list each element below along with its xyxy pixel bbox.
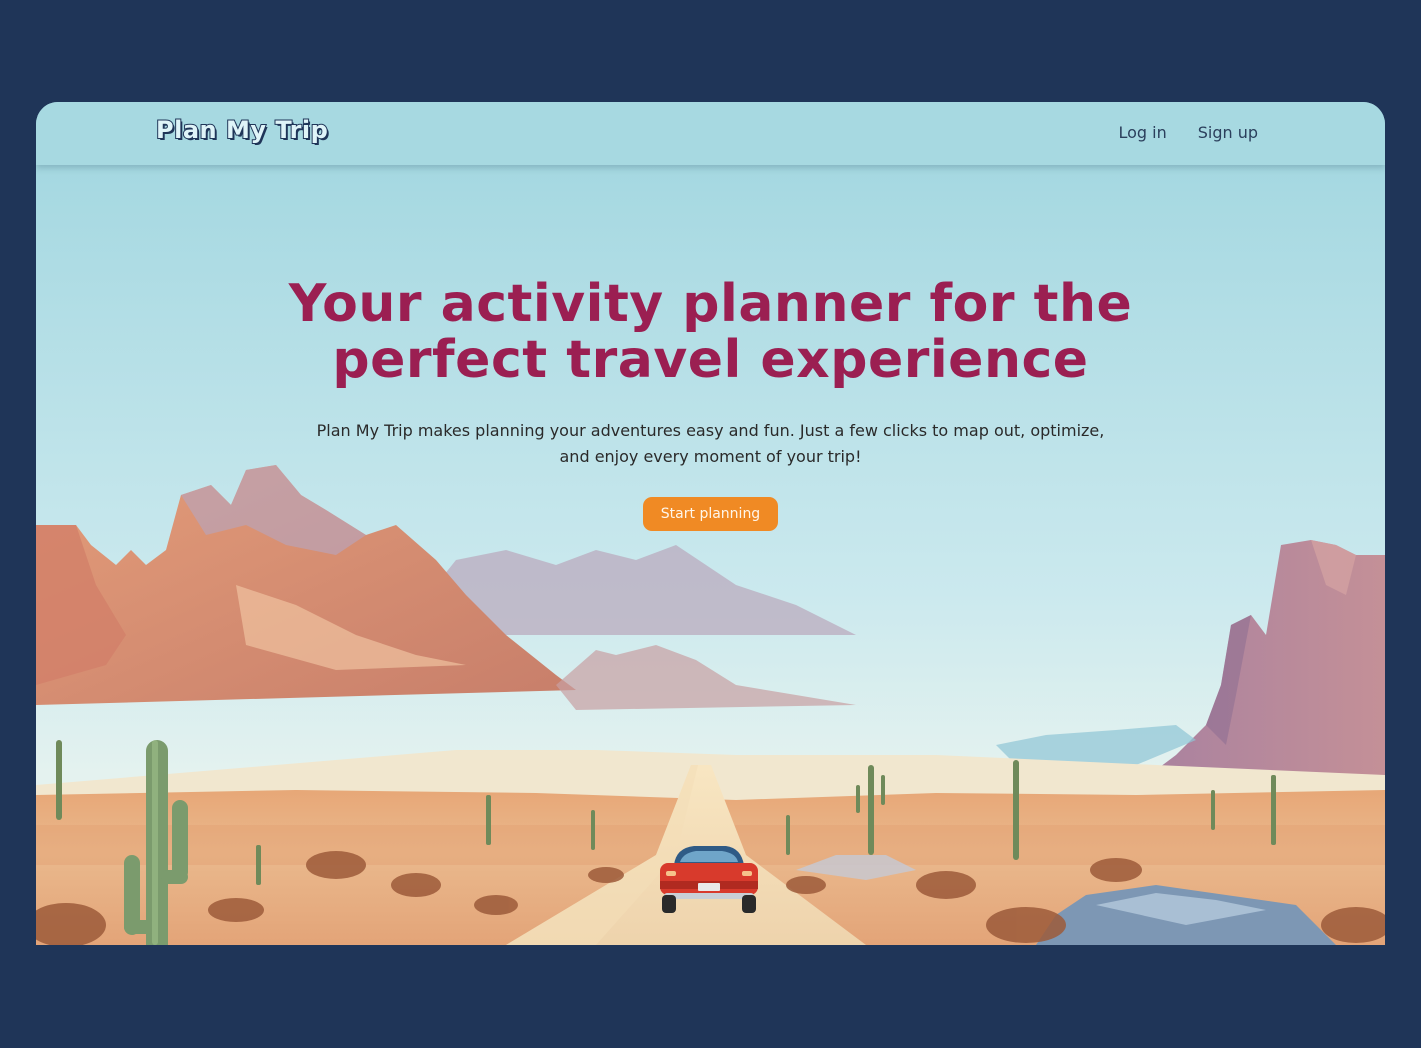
hero-text: Your activity planner for the perfect tr… (36, 165, 1385, 531)
hero-section: Your activity planner for the perfect tr… (36, 165, 1385, 945)
hero-headline: Your activity planner for the perfect tr… (261, 276, 1161, 388)
hero-headline-line1: Your activity planner for the (288, 274, 1133, 334)
login-link[interactable]: Log in (1118, 123, 1166, 142)
navbar: Plan My Trip Log in Sign up (36, 102, 1385, 165)
logo[interactable]: Plan My Trip (155, 115, 329, 145)
signup-link[interactable]: Sign up (1198, 123, 1258, 142)
hero-description: Plan My Trip makes planning your adventu… (301, 418, 1121, 470)
hero-description-line1: Plan My Trip makes planning your adventu… (316, 421, 1105, 440)
start-planning-button[interactable]: Start planning (642, 497, 779, 531)
nav-links: Log in Sign up (1118, 123, 1258, 142)
hero-headline-line2: perfect travel experience (332, 330, 1089, 390)
app-window: Plan My Trip Log in Sign up Your activit… (36, 102, 1385, 945)
hero-description-line2: and enjoy every moment of your trip! (559, 447, 862, 466)
